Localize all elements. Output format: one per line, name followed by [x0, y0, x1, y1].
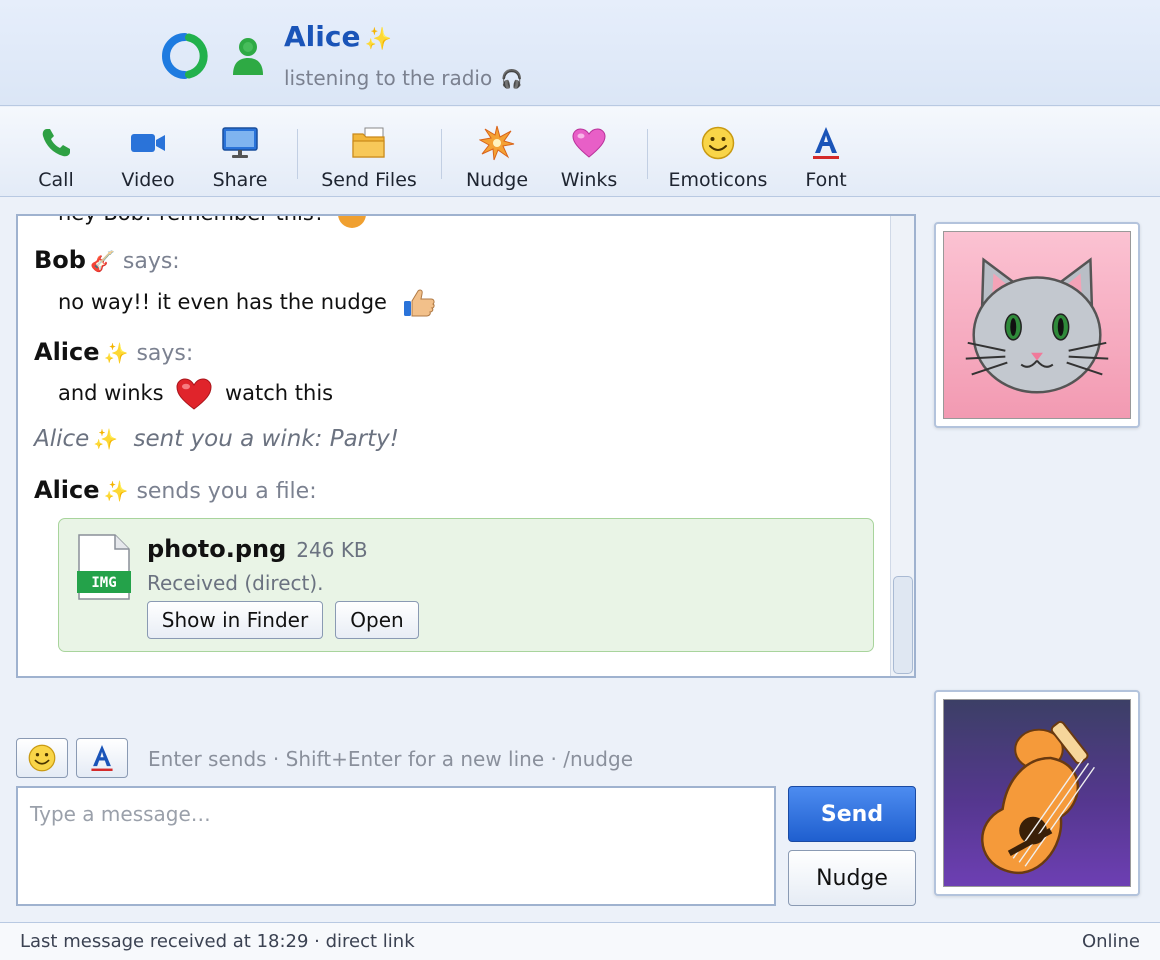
chat-messages: hey Bob! remember this? Bob🎸 says: no way… — [18, 216, 890, 676]
toolbar-divider — [297, 129, 298, 179]
red-heart-icon — [176, 378, 212, 410]
video-button[interactable]: Video — [110, 107, 186, 197]
toolbar-divider — [441, 129, 442, 179]
says-label: says: — [122, 249, 180, 274]
show-in-finder-button[interactable]: Show in Finder — [147, 601, 323, 639]
call-button[interactable]: Call — [22, 107, 90, 197]
file-name: photo.png 246 KB — [147, 535, 368, 563]
contact-avatar[interactable] — [934, 222, 1140, 428]
chat-scrollbar[interactable] — [890, 216, 914, 676]
compose-hint: Enter sends · Shift+Enter for a new line… — [148, 747, 633, 771]
contact-status-message: listening to the radio 🎧 — [284, 66, 523, 90]
open-file-button[interactable]: Open — [335, 601, 419, 639]
sparkles-icon: ✨ — [93, 427, 119, 451]
sender-name: Alice — [34, 338, 100, 366]
message-header-alice: Alice ✨ says: — [34, 338, 193, 366]
emoticon-picker-button[interactable] — [16, 738, 68, 778]
file-size: 246 KB — [296, 538, 368, 562]
toolbar: Call Video Share Send Files Nudge Winks … — [0, 107, 1160, 197]
winks-button[interactable]: Winks — [556, 107, 622, 197]
nudge-button[interactable]: Nudge — [788, 850, 916, 906]
nudge-toolbar-button[interactable]: Nudge — [462, 107, 532, 197]
cut-off-message: hey Bob! remember this? — [58, 216, 366, 228]
send-button[interactable]: Send — [788, 786, 916, 842]
file-status: Received (direct). — [147, 571, 324, 595]
sends-file-label: sends you a file: — [136, 479, 317, 504]
wink-sender: Alice — [34, 426, 90, 452]
file-transfer-header: Alice ✨ sends you a file: — [34, 476, 317, 504]
chat-history[interactable]: hey Bob! remember this? Bob🎸 says: no way… — [16, 214, 916, 678]
font-button[interactable]: Font — [796, 107, 856, 197]
send-files-button[interactable]: Send Files — [318, 107, 420, 197]
headphones-icon: 🎧 — [500, 69, 524, 90]
message-header-bob: Bob 🎸 says: — [34, 246, 180, 274]
thumbs-up-icon — [403, 289, 435, 317]
nudge-burst-icon — [479, 125, 515, 161]
sender-name: Alice — [34, 476, 100, 504]
scrollbar-thumb[interactable] — [893, 576, 913, 674]
phone-icon — [42, 129, 70, 157]
share-button[interactable]: Share — [204, 107, 276, 197]
video-camera-icon — [131, 134, 165, 152]
smiley-icon — [28, 744, 56, 772]
folder-icon — [352, 127, 385, 158]
sparkles-icon: ✨ — [103, 479, 129, 503]
says-label: says: — [136, 341, 194, 366]
emoticon-icon — [337, 216, 366, 228]
message-text: no way!! it even has the nudge — [58, 288, 436, 318]
font-icon — [813, 127, 839, 159]
contact-name: Alice ✨ — [284, 20, 392, 53]
wink-notice: Alice ✨ sent you a wink: Party! — [34, 426, 399, 452]
font-icon — [91, 745, 113, 771]
smiley-icon — [701, 126, 735, 160]
buddy-icon — [233, 38, 263, 75]
toolbar-divider — [647, 129, 648, 179]
sparkles-icon: ✨ — [103, 341, 129, 365]
font-picker-button[interactable] — [76, 738, 128, 778]
status-message-text: listening to the radio — [284, 66, 493, 90]
messenger-logo-icon — [162, 33, 208, 79]
file-type-badge: IMG — [91, 575, 116, 591]
heart-icon — [572, 128, 606, 158]
cat-avatar-image — [943, 231, 1131, 419]
guitar-icon: 🎸 — [89, 249, 115, 273]
sender-name: Bob — [34, 246, 86, 274]
my-avatar[interactable] — [934, 690, 1140, 896]
guitar-avatar-image — [943, 699, 1131, 887]
online-status: Online — [1081, 931, 1140, 952]
message-input[interactable] — [16, 786, 776, 906]
image-file-icon: IMG — [77, 534, 131, 600]
status-bar: Last message received at 18:29 · direct … — [0, 922, 1160, 960]
emoticons-button[interactable]: Emoticons — [668, 107, 768, 197]
conversation-header: Alice ✨ listening to the radio 🎧 — [0, 0, 1160, 106]
last-message-status: Last message received at 18:29 · direct … — [20, 931, 415, 952]
screen-share-icon — [222, 127, 258, 158]
sparkles-icon: ✨ — [364, 27, 392, 52]
message-text: and winks watch this — [58, 378, 333, 410]
contact-name-text: Alice — [284, 20, 361, 53]
file-transfer-card: IMG photo.png 246 KB Received (direct). S… — [58, 518, 874, 652]
wink-text: sent you a wink: Party! — [133, 426, 399, 452]
